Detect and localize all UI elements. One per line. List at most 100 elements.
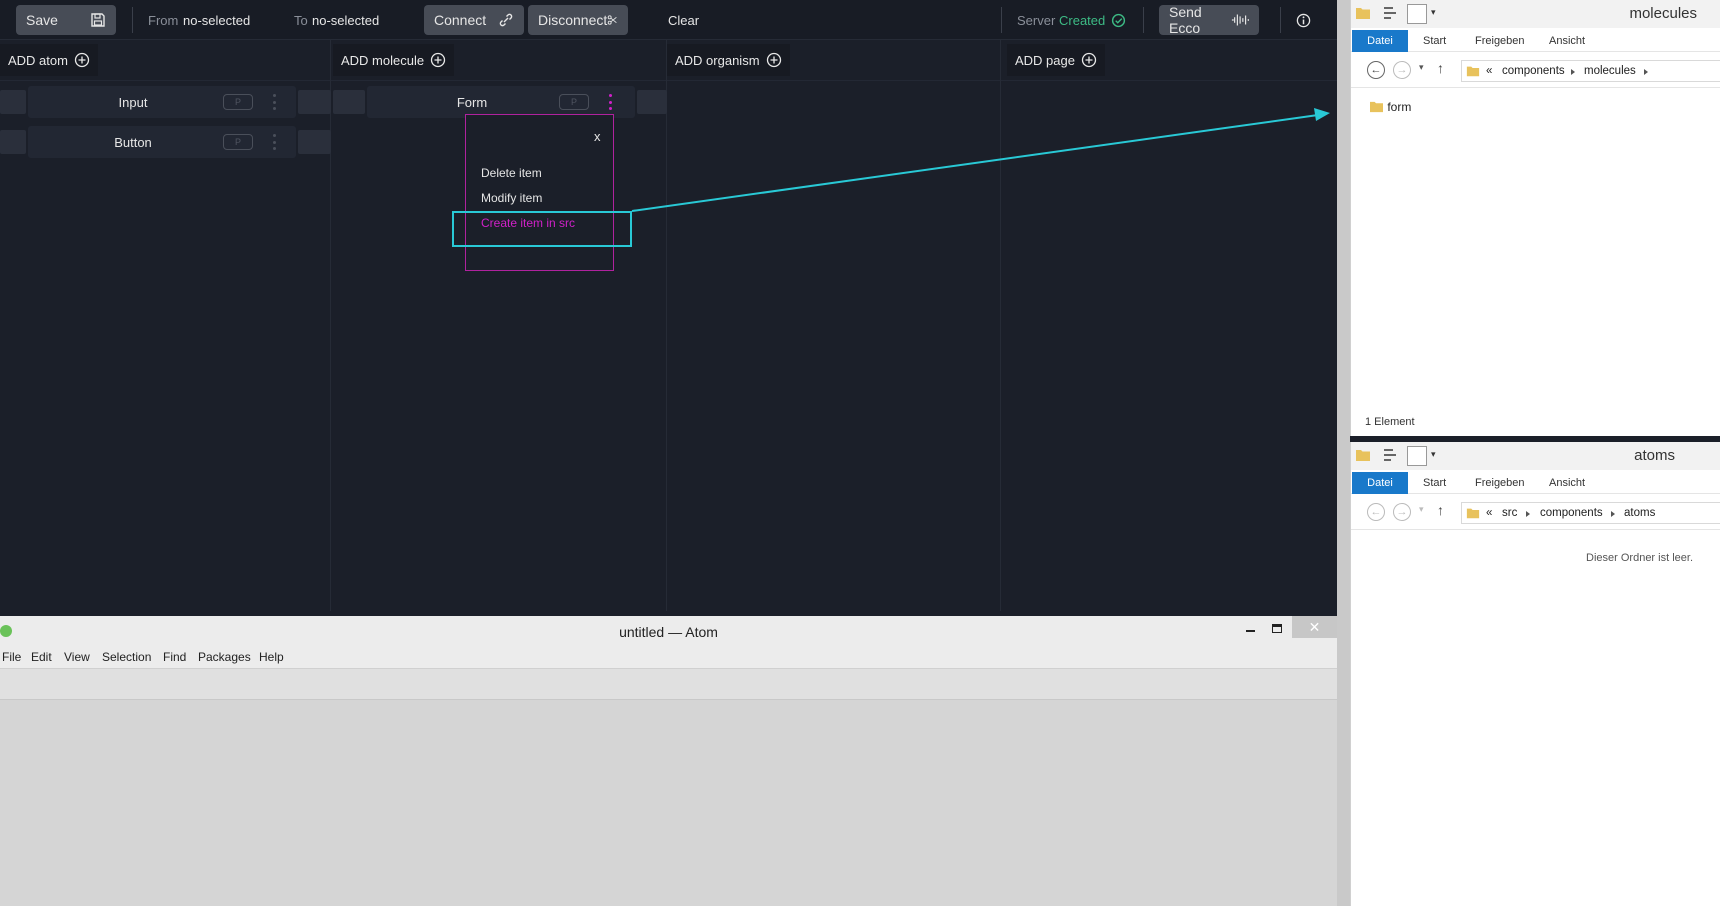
- columns-area: ADD atom Input P Button P ADD molecule F…: [0, 40, 1337, 611]
- ribbon-tab-ansicht[interactable]: Ansicht: [1549, 477, 1585, 489]
- add-atom-button[interactable]: ADD atom: [0, 44, 98, 76]
- connector-handle-right[interactable]: [298, 130, 331, 154]
- modify-item-option[interactable]: Modify item: [481, 191, 542, 205]
- plus-circle-icon: [1081, 52, 1097, 68]
- forward-icon[interactable]: →: [1393, 503, 1411, 521]
- disconnect-label: Disconnect: [538, 12, 608, 28]
- path-chevron-icon[interactable]: [1526, 511, 1530, 517]
- connector-handle-left[interactable]: [333, 90, 365, 114]
- delete-item-option[interactable]: Delete item: [481, 166, 542, 180]
- explorer-atoms-window: ▾ atoms Datei Start Freigeben Ansicht ← …: [1350, 442, 1720, 906]
- flow-app-window: Save From no-selected To no-selected Con…: [0, 0, 1337, 611]
- ribbon-tab-start[interactable]: Start: [1423, 35, 1446, 47]
- up-icon[interactable]: ↑: [1437, 502, 1444, 518]
- path-box[interactable]: « components molecules: [1461, 60, 1720, 82]
- highlight-box: [452, 211, 632, 247]
- path-chevron-icon[interactable]: [1611, 511, 1615, 517]
- address-bar: ← → ▾ ↑ « components molecules: [1351, 52, 1720, 88]
- recent-dropdown-icon[interactable]: ▾: [1419, 62, 1424, 73]
- file-item-label: form: [1387, 100, 1412, 114]
- add-page-label: ADD page: [1015, 52, 1075, 68]
- ribbon-tab-datei[interactable]: Datei: [1352, 472, 1408, 494]
- add-molecule-button[interactable]: ADD molecule: [333, 44, 455, 76]
- connector-handle-left[interactable]: [0, 90, 26, 114]
- connector-handle-right[interactable]: [637, 90, 667, 114]
- menu-edit[interactable]: Edit: [31, 650, 52, 664]
- toolbar-divider: [1001, 7, 1002, 33]
- page-column: ADD page: [1001, 40, 1337, 611]
- path-chevron-icon[interactable]: [1644, 69, 1648, 75]
- folder-icon: [1466, 66, 1480, 77]
- path-overflow[interactable]: «: [1486, 507, 1492, 519]
- kebab-menu-icon[interactable]: [607, 94, 613, 110]
- forward-icon[interactable]: →: [1393, 61, 1411, 79]
- atom-column: ADD atom Input P Button P: [0, 40, 331, 611]
- add-page-button[interactable]: ADD page: [1007, 44, 1105, 76]
- folder-icon: [1370, 101, 1383, 113]
- atom-tab-bar: [0, 668, 1337, 700]
- back-icon[interactable]: ←: [1367, 503, 1385, 521]
- ribbon-tab-freigeben[interactable]: Freigeben: [1475, 35, 1525, 47]
- connect-label: Connect: [434, 12, 487, 28]
- connector-handle-right[interactable]: [298, 90, 331, 114]
- back-icon[interactable]: ←: [1367, 61, 1385, 79]
- menu-file[interactable]: File: [2, 650, 21, 664]
- connect-button[interactable]: Connect: [424, 5, 524, 35]
- publish-badge[interactable]: P: [559, 94, 589, 110]
- kebab-menu-icon[interactable]: [271, 94, 277, 110]
- save-label: Save: [26, 12, 58, 28]
- path-chevron-icon[interactable]: [1571, 69, 1575, 75]
- ribbon-tab-ansicht[interactable]: Ansicht: [1549, 35, 1585, 47]
- add-molecule-label: ADD molecule: [341, 52, 425, 68]
- maximize-icon[interactable]: [1272, 624, 1282, 633]
- connector-handle-left[interactable]: [0, 130, 26, 154]
- up-icon[interactable]: ↑: [1437, 60, 1444, 76]
- toolbar-divider: [1280, 7, 1281, 33]
- disconnect-button[interactable]: Disconnect: [528, 5, 628, 35]
- path-segment[interactable]: components: [1540, 507, 1603, 519]
- kebab-menu-icon[interactable]: [271, 134, 277, 150]
- clear-button[interactable]: Clear: [668, 13, 699, 28]
- explorer-title: molecules: [1629, 5, 1697, 22]
- ribbon-tab-datei[interactable]: Datei: [1352, 30, 1408, 52]
- menu-find[interactable]: Find: [163, 650, 186, 664]
- ribbon-tab-freigeben[interactable]: Freigeben: [1475, 477, 1525, 489]
- check-circle-icon: [1111, 13, 1126, 28]
- publish-badge[interactable]: P: [223, 94, 253, 110]
- link-icon: [499, 13, 513, 27]
- save-button[interactable]: Save: [16, 5, 116, 35]
- add-organism-label: ADD organism: [675, 52, 760, 68]
- molecule-item-label: Form: [456, 95, 488, 110]
- menu-view[interactable]: View: [64, 650, 90, 664]
- path-overflow[interactable]: «: [1486, 65, 1492, 77]
- menu-selection[interactable]: Selection: [102, 650, 151, 664]
- toolbar: Save From no-selected To no-selected Con…: [0, 0, 1337, 40]
- close-window-icon[interactable]: ✕: [1292, 616, 1337, 638]
- path-segment[interactable]: atoms: [1624, 507, 1655, 519]
- publish-badge[interactable]: P: [223, 134, 253, 150]
- column-divider: [667, 80, 1000, 81]
- info-icon[interactable]: [1296, 13, 1311, 28]
- column-divider: [1001, 80, 1337, 81]
- path-box[interactable]: « src components atoms: [1461, 502, 1720, 524]
- path-segment[interactable]: src: [1502, 507, 1517, 519]
- send-ecco-button[interactable]: Send Ecco: [1159, 4, 1259, 36]
- from-value: no-selected: [183, 13, 251, 28]
- atom-item-button[interactable]: Button P: [28, 126, 296, 158]
- file-item-form[interactable]: form: [1369, 100, 1411, 114]
- atom-item-label: Button: [114, 135, 152, 150]
- menu-help[interactable]: Help: [259, 650, 284, 664]
- path-segment[interactable]: components: [1502, 65, 1565, 77]
- ribbon-tab-start[interactable]: Start: [1423, 477, 1446, 489]
- path-segment[interactable]: molecules: [1584, 65, 1636, 77]
- atom-menubar: File Edit View Selection Find Packages H…: [0, 646, 1337, 668]
- atom-item-input[interactable]: Input P: [28, 86, 296, 118]
- from-label: From: [148, 13, 179, 28]
- menu-packages[interactable]: Packages: [198, 650, 251, 664]
- empty-folder-message: Dieser Ordner ist leer.: [1586, 552, 1693, 564]
- explorer-title: atoms: [1634, 447, 1675, 464]
- recent-dropdown-icon[interactable]: ▾: [1419, 504, 1424, 515]
- add-organism-button[interactable]: ADD organism: [667, 44, 790, 76]
- minimize-icon[interactable]: [1246, 630, 1255, 632]
- close-menu-button[interactable]: x: [594, 129, 601, 144]
